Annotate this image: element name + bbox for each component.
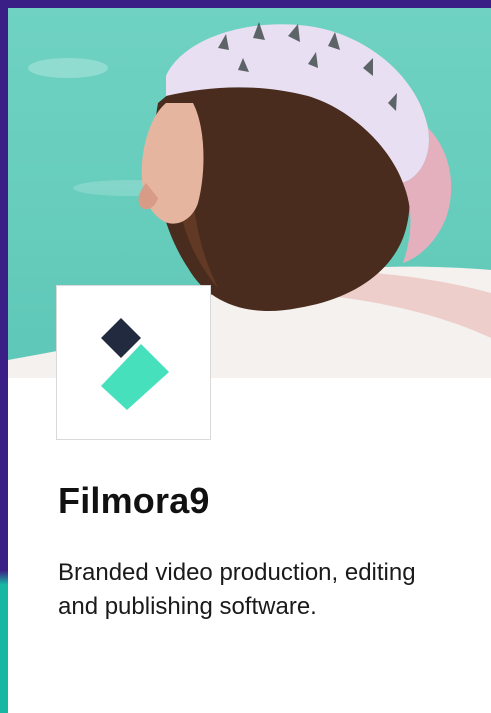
product-description: Branded video production, editing and pu… (58, 559, 416, 620)
frame-left-border (0, 0, 8, 713)
product-name: Filmora9 (58, 480, 210, 521)
filmora-logo-icon (101, 318, 169, 410)
product-logo[interactable] (56, 285, 211, 440)
product-card[interactable]: Filmora9 Branded video production, editi… (8, 8, 491, 713)
frame-top-border (0, 0, 491, 8)
